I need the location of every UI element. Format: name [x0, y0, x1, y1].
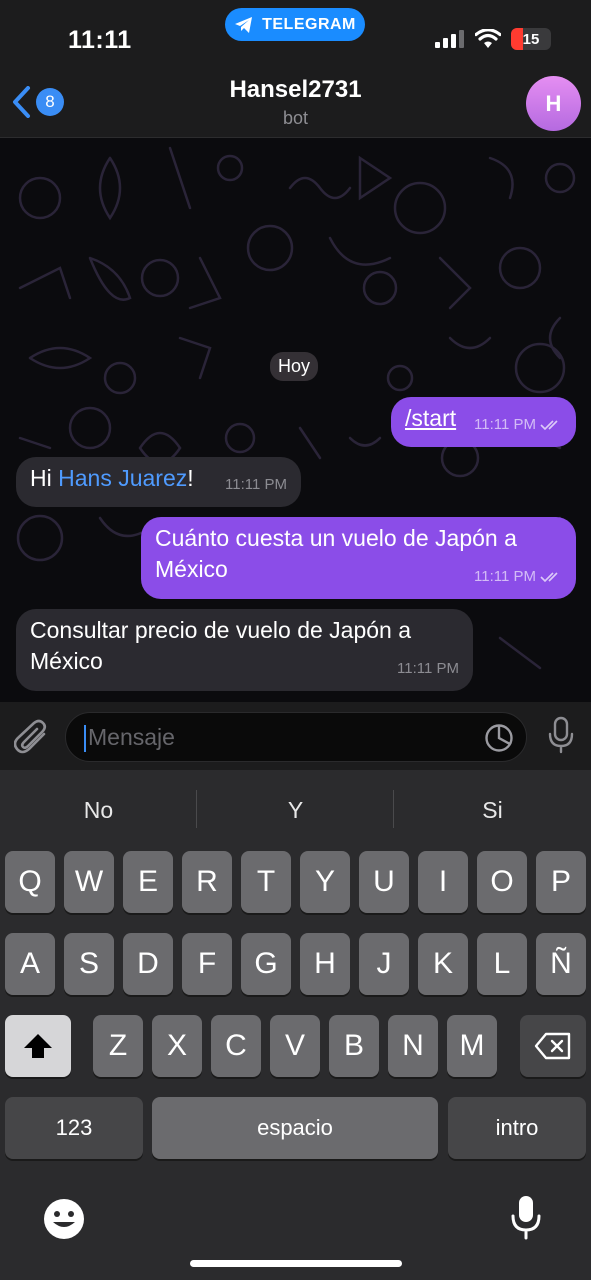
battery-percent: 15	[522, 30, 540, 48]
chat-area[interactable]: Hoy /start 11:11 PM Hi Hans Juarez! 11:1…	[0, 138, 591, 702]
double-check-icon	[540, 571, 558, 582]
message-incoming[interactable]: Hi Hans Juarez! 11:11 PM	[16, 457, 301, 507]
message-line: México	[30, 648, 103, 674]
battery-level	[511, 28, 523, 50]
key[interactable]: P	[536, 851, 586, 913]
key[interactable]: F	[182, 933, 232, 995]
key[interactable]: X	[152, 1015, 202, 1077]
status-bar: 11:11 TELEGRAM 15	[0, 0, 591, 62]
home-indicator	[190, 1260, 402, 1267]
avatar[interactable]: H	[526, 76, 581, 131]
telegram-pill[interactable]: TELEGRAM	[225, 8, 365, 41]
key[interactable]: B	[329, 1015, 379, 1077]
message-time: 11:11 PM	[225, 476, 287, 493]
dictation-mic-icon[interactable]	[510, 1194, 542, 1240]
key[interactable]: R	[182, 851, 232, 913]
key[interactable]: K	[418, 933, 468, 995]
chat-title[interactable]: Hansel2731	[0, 76, 591, 104]
double-check-icon	[540, 419, 558, 430]
message-outgoing[interactable]: /start 11:11 PM	[391, 397, 576, 447]
backspace-icon	[534, 1032, 571, 1060]
message-placeholder: Mensaje	[88, 724, 175, 750]
paperclip-icon[interactable]	[14, 718, 50, 756]
emoji-icon[interactable]	[43, 1198, 85, 1240]
key[interactable]: E	[123, 851, 173, 913]
suggestion-2[interactable]: Y	[197, 790, 394, 830]
message-suffix: !	[187, 465, 194, 491]
battery-indicator: 15	[511, 28, 551, 50]
key[interactable]: H	[300, 933, 350, 995]
message-time: 11:11 PM	[474, 416, 536, 433]
user-mention-link[interactable]: Hans Juarez	[58, 465, 187, 491]
message-meta: 11:11 PM	[474, 409, 562, 440]
key[interactable]: U	[359, 851, 409, 913]
shift-icon	[24, 1034, 52, 1058]
date-separator: Hoy	[270, 352, 319, 381]
text-caret	[84, 725, 86, 752]
suggestion-1[interactable]: No	[0, 790, 197, 830]
key[interactable]: J	[359, 933, 409, 995]
key[interactable]: Z	[93, 1015, 143, 1077]
key[interactable]: D	[123, 933, 173, 995]
signal-icon	[435, 30, 464, 48]
bot-command-link[interactable]: /start	[405, 405, 456, 431]
keyboard: No Y Si Q W E R T Y U I O P A S D F G H …	[0, 770, 591, 1280]
telegram-icon	[235, 16, 253, 33]
key[interactable]: C	[211, 1015, 261, 1077]
message-meta: 11:11 PM	[225, 469, 287, 500]
key[interactable]: T	[241, 851, 291, 913]
suggestion-3[interactable]: Si	[394, 790, 591, 830]
status-time: 11:11	[68, 26, 132, 54]
key[interactable]: L	[477, 933, 527, 995]
message-line: Consultar precio de vuelo de Japón a	[30, 617, 412, 643]
sticker-icon[interactable]	[484, 723, 514, 753]
message-input-bar: Mensaje	[0, 702, 591, 770]
key[interactable]: S	[64, 933, 114, 995]
chat-header: 8 Hansel2731 bot H	[0, 62, 591, 138]
key[interactable]: G	[241, 933, 291, 995]
telegram-pill-label: TELEGRAM	[262, 15, 356, 33]
key[interactable]: Y	[300, 851, 350, 913]
numbers-key[interactable]: 123	[5, 1097, 143, 1159]
key[interactable]: A	[5, 933, 55, 995]
message-time: 11:11 PM	[397, 660, 459, 677]
message-meta: 11:11 PM	[474, 561, 562, 592]
return-key[interactable]: intro	[448, 1097, 586, 1159]
message-time: 11:11 PM	[474, 568, 536, 585]
message-meta: 11:11 PM	[397, 653, 459, 684]
chat-subtitle: bot	[282, 108, 309, 128]
message-prefix: Hi	[30, 465, 59, 491]
message-input[interactable]: Mensaje	[65, 712, 527, 762]
key[interactable]: O	[477, 851, 527, 913]
message-outgoing[interactable]: Cuánto cuesta un vuelo de Japón a México…	[141, 517, 576, 599]
message-incoming[interactable]: Consultar precio de vuelo de Japón a Méx…	[16, 609, 473, 691]
key[interactable]: M	[447, 1015, 497, 1077]
key[interactable]: V	[270, 1015, 320, 1077]
key[interactable]: Ñ	[536, 933, 586, 995]
status-icons: 15	[435, 28, 551, 50]
microphone-icon[interactable]	[547, 716, 575, 754]
backspace-key[interactable]	[520, 1015, 586, 1077]
key[interactable]: I	[418, 851, 468, 913]
space-key[interactable]: espacio	[152, 1097, 438, 1159]
key[interactable]: N	[388, 1015, 438, 1077]
shift-key[interactable]	[5, 1015, 71, 1077]
wifi-icon	[475, 29, 501, 48]
key[interactable]: Q	[5, 851, 55, 913]
key[interactable]: W	[64, 851, 114, 913]
message-line: Cuánto cuesta un vuelo de Japón a	[155, 525, 517, 551]
